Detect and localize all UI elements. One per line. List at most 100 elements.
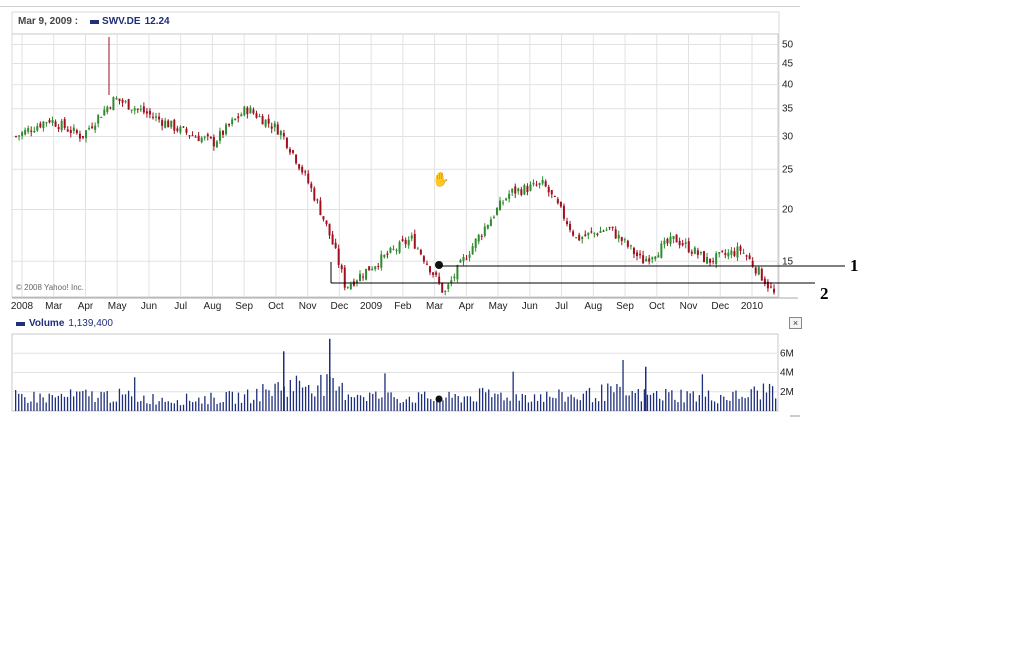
volume-bar [604,400,606,411]
candle-body [565,221,568,225]
candle-body [559,201,562,207]
candle-body [267,118,270,124]
x-tick-label: Apr [78,301,94,312]
x-tick-label: Jul [174,301,187,312]
volume-bar [15,390,17,411]
volume-bar [597,401,600,411]
close-volume-button[interactable]: × [789,317,802,329]
y-tick-label: 20 [782,204,794,215]
volume-bar [82,390,84,411]
candle-body [654,256,657,259]
candle-body [511,188,514,193]
volume-bar [127,390,130,411]
volume-bar [530,401,533,411]
volume-bar [408,396,411,411]
volume-bar [350,396,353,411]
candle-body [456,265,459,280]
candle-body [258,115,261,117]
volume-bar [668,392,670,411]
candle-body [715,253,718,265]
candle-body [486,224,489,229]
volume-bar [69,389,72,411]
volume-bar [594,398,597,411]
candle-body [398,241,401,253]
x-tick-label: Dec [711,301,729,312]
candle-body [331,234,334,245]
x-tick-label: Mar [45,301,63,312]
annotation-label-2: 2 [820,284,829,303]
volume-bar [149,403,151,411]
volume-bar [195,401,197,411]
candle-body [261,116,264,125]
ticker-price: 12.24 [144,16,170,27]
volume-bar [66,396,69,411]
candle-body [368,266,371,271]
volume-bar [164,401,166,411]
candle-body [130,109,133,111]
volume-bar [427,398,429,411]
volume-bar [491,397,493,411]
volume-panel: 6M 4M 2M [11,333,800,417]
candle-body [727,252,730,257]
volume-bar [369,392,371,411]
candle-body [249,107,252,114]
candle-body [155,116,158,118]
volume-bar [91,391,93,411]
y-tick-label: 45 [782,58,794,69]
volume-bar [243,394,246,411]
candle-body [678,240,681,246]
volume-bar [417,392,420,411]
volume-bar [207,404,209,411]
volume-bar [225,392,227,411]
volume-bar [216,403,218,411]
volume-bar [301,387,304,411]
candle-body [273,123,276,128]
candle-body [115,98,118,100]
candle-body [663,240,666,245]
candle-body [39,123,42,128]
vol-y-tick-label: 6M [780,348,794,359]
volume-bar [30,401,32,411]
candle-body [319,200,322,216]
volume-bar [201,403,203,411]
candle-body [246,107,249,115]
candle-body [182,126,185,128]
x-tick-label: Sep [235,301,253,312]
candle-body [422,256,425,262]
candle-body [270,126,273,129]
candle-body [279,131,282,136]
candle-body [757,267,760,275]
candle-body [334,242,337,248]
candle-body [538,182,541,186]
volume-bar [744,398,746,411]
volume-bar [552,397,554,411]
candle-body [520,189,523,195]
volume-bar [433,401,435,411]
volume-bar [628,395,630,411]
candle-body [639,253,642,256]
volume-bar [88,396,90,411]
candle-body [173,119,176,131]
candle-body [769,286,772,288]
volume-bar [146,403,148,411]
x-tick-label: Nov [299,301,317,312]
candle-body [669,236,672,244]
candle-body [675,234,678,243]
volume-bar [304,386,307,411]
volume-bar [582,393,585,411]
volume-bar [512,371,514,411]
volume-bar [240,402,243,411]
volume-bar [570,394,572,411]
x-tick-label: Sep [616,301,634,312]
volume-bar [375,391,377,411]
volume-bar [219,402,221,411]
volume-bar [94,402,96,411]
candle-body [441,282,444,293]
volume-bar [478,388,481,411]
candle-body [209,136,212,139]
candle-body [544,181,547,187]
candle-body [596,233,599,236]
volume-bar [378,398,380,411]
candle-body [337,248,340,265]
volume-bar [567,396,569,411]
